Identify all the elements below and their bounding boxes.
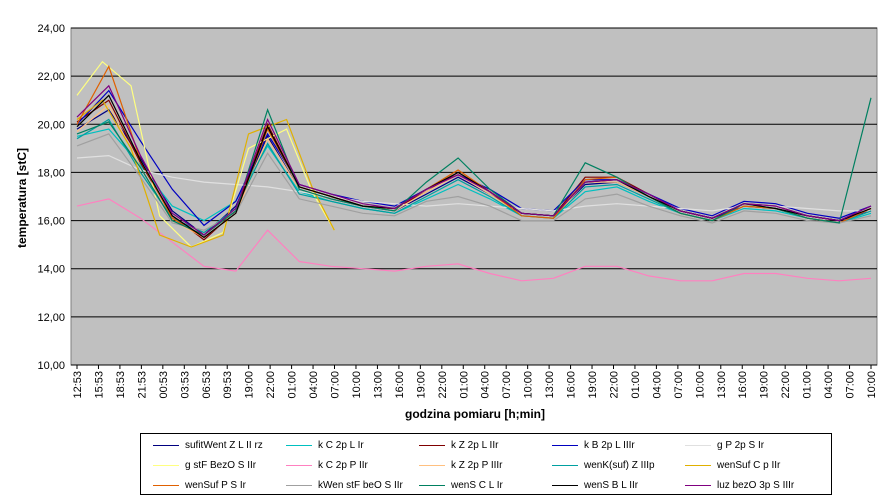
- legend-label: wenS B L IIr: [584, 480, 639, 491]
- legend-swatch: [552, 445, 578, 446]
- chart-legend: sufitWent Z L II rz k C 2p L Ir k Z 2p L I…: [140, 433, 832, 495]
- legend-label: wenK(suf) Z IIIp: [584, 460, 655, 471]
- x-tick-label: 07:00: [330, 371, 342, 399]
- legend-swatch: [286, 465, 312, 466]
- legend-swatch: [153, 485, 179, 486]
- y-tick-label: 18,00: [37, 167, 65, 179]
- x-tick-label: 16:00: [737, 371, 749, 399]
- y-tick-label: 20,00: [37, 119, 65, 131]
- legend-label: k C 2p L Ir: [318, 440, 364, 451]
- legend-label: luz bezO 3p S IIIr: [717, 480, 795, 491]
- legend-label: wenS C L Ir: [451, 480, 503, 491]
- y-tick-label: 22,00: [37, 71, 65, 83]
- x-tick-label: 10:00: [866, 371, 878, 399]
- legend-swatch: [419, 465, 445, 466]
- x-axis-ticks: 12:53 15:53 18:53 21:53 00:53 03:53 06:53 09:53…: [72, 365, 878, 399]
- x-tick-label: 18:53: [115, 371, 127, 399]
- x-tick-label: 01:00: [630, 371, 642, 399]
- x-tick-label: 06:53: [201, 371, 213, 399]
- x-tick-label: 15:53: [93, 371, 105, 399]
- y-axis-ticks: 10,00 12,00 14,00 16,00 18,00 20,00 22,00 24,00: [37, 23, 65, 372]
- x-tick-label: 04:00: [651, 371, 663, 399]
- legend-label: sufitWent Z L II rz: [185, 440, 263, 451]
- y-tick-label: 10,00: [37, 360, 65, 372]
- y-axis-label: temperatura [stC]: [15, 148, 29, 248]
- x-tick-label: 16:00: [394, 371, 406, 399]
- x-tick-label: 12:53: [72, 371, 84, 399]
- x-tick-label: 13:00: [372, 371, 384, 399]
- x-tick-label: 19:00: [415, 371, 427, 399]
- x-tick-label: 19:00: [587, 371, 599, 399]
- x-tick-label: 00:53: [158, 371, 170, 399]
- legend-swatch: [286, 485, 312, 486]
- temperature-chart: 10,00 12,00 14,00 16,00 18,00 20,00 22,00 24,00…: [15, 23, 878, 421]
- legend-label: k Z 2p P IIIr: [451, 460, 503, 471]
- x-tick-label: 01:00: [458, 371, 470, 399]
- x-tick-label: 07:00: [845, 371, 857, 399]
- x-tick-label: 13:00: [716, 371, 728, 399]
- x-tick-label: 22:00: [780, 371, 792, 399]
- plot-area: [70, 27, 878, 366]
- legend-label: g P 2p S Ir: [717, 440, 765, 451]
- x-tick-label: 03:53: [179, 371, 191, 399]
- y-tick-label: 14,00: [37, 264, 65, 276]
- legend-label: k C 2p P IIr: [318, 460, 368, 471]
- x-tick-label: 16:00: [566, 371, 578, 399]
- legend-swatch: [286, 445, 312, 446]
- legend-swatch: [552, 485, 578, 486]
- legend-label: k Z 2p L IIr: [451, 440, 499, 451]
- x-tick-label: 04:00: [308, 371, 320, 399]
- legend-label: wenSuf P S Ir: [185, 480, 246, 491]
- x-tick-label: 04:00: [823, 371, 835, 399]
- legend-swatch: [685, 485, 711, 486]
- legend-swatch: [552, 465, 578, 466]
- legend-label: kWen stF beO S IIr: [318, 480, 403, 491]
- x-tick-label: 01:00: [287, 371, 299, 399]
- legend-swatch: [685, 465, 711, 466]
- x-tick-label: 13:00: [544, 371, 556, 399]
- x-tick-label: 19:00: [759, 371, 771, 399]
- legend-swatch: [419, 445, 445, 446]
- x-tick-label: 09:53: [222, 371, 234, 399]
- legend-label: g stF BezO S IIr: [185, 460, 257, 471]
- x-tick-label: 04:00: [480, 371, 492, 399]
- x-tick-label: 10:00: [694, 371, 706, 399]
- x-tick-label: 19:00: [244, 371, 256, 399]
- x-tick-label: 22:00: [608, 371, 620, 399]
- x-axis-label: godzina pomiaru [h;min]: [405, 407, 545, 421]
- legend-swatch: [153, 465, 179, 466]
- legend-swatch: [153, 445, 179, 446]
- x-tick-label: 22:00: [265, 371, 277, 399]
- y-tick-label: 12,00: [37, 312, 65, 324]
- x-tick-label: 07:00: [501, 371, 513, 399]
- legend-label: wenSuf C p IIr: [717, 460, 781, 471]
- legend-label: k B 2p L IIIr: [584, 440, 635, 451]
- legend-swatch: [419, 485, 445, 486]
- y-tick-label: 16,00: [37, 216, 65, 228]
- x-tick-label: 07:00: [673, 371, 685, 399]
- x-tick-label: 22:00: [437, 371, 449, 399]
- legend-swatch: [685, 445, 711, 446]
- y-tick-label: 24,00: [37, 23, 65, 35]
- x-tick-label: 10:00: [351, 371, 363, 399]
- x-tick-label: 10:00: [523, 371, 535, 399]
- x-tick-label: 21:53: [136, 371, 148, 399]
- x-tick-label: 01:00: [802, 371, 814, 399]
